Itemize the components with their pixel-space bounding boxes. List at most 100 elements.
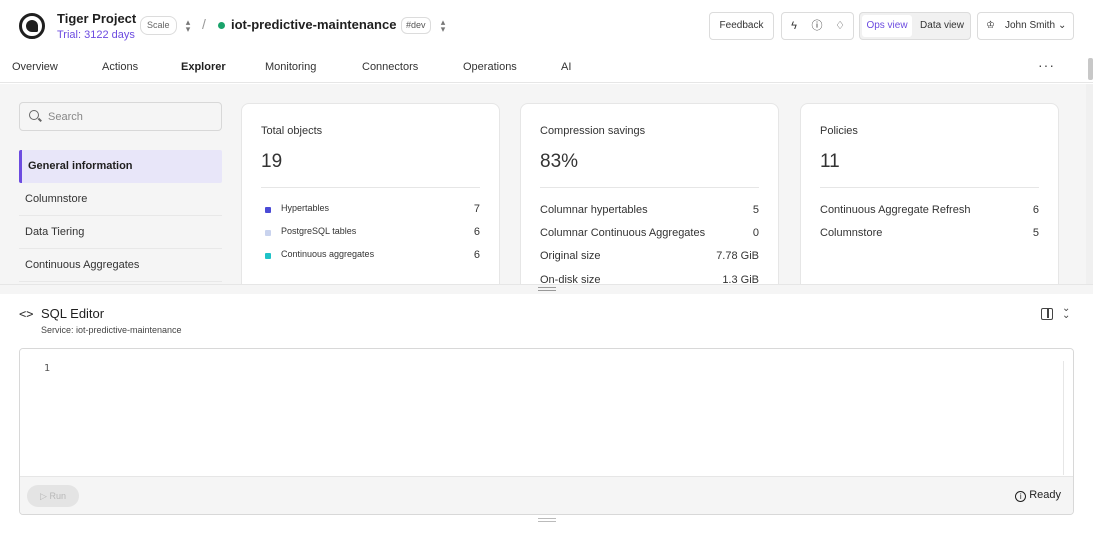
run-label: Run	[49, 491, 66, 501]
sql-editor: 1 ▷ Run i Ready	[19, 348, 1074, 515]
line-number: 1	[44, 363, 51, 374]
row-label: Columnar hypertables	[540, 204, 648, 216]
compression-row: On-disk size 1.3 GiB	[540, 274, 759, 284]
tab-overview[interactable]: Overview	[12, 61, 58, 73]
row-label: Original size	[540, 250, 601, 262]
row-label: Columnar Continuous Aggregates	[540, 227, 706, 239]
chevron-down-icon: ⌄	[1058, 20, 1067, 31]
content-scroll-thumb[interactable]	[1088, 58, 1093, 80]
card-title: Total objects	[261, 125, 323, 137]
tab-actions[interactable]: Actions	[102, 61, 138, 73]
card-value: 83%	[540, 151, 579, 172]
compression-row: Columnar Continuous Aggregates 0	[540, 227, 759, 243]
search-input[interactable]	[48, 108, 218, 126]
compression-row: Columnar hypertables 5	[540, 204, 759, 220]
service-status-dot	[218, 22, 225, 29]
user-name: John Smith	[1005, 20, 1056, 31]
row-label: PostgreSQL tables	[281, 226, 357, 236]
editor-scrollbar[interactable]	[1063, 361, 1073, 475]
card-title: Compression savings	[540, 125, 646, 137]
more-options-icon[interactable]: ···	[1038, 57, 1055, 73]
total-row-hypertables: Hypertables 7	[261, 203, 480, 219]
info-icon: i	[1015, 491, 1027, 502]
sidebar-item-columnstore[interactable]: Columnstore	[19, 183, 222, 216]
tab-ai[interactable]: AI	[561, 61, 571, 73]
side-panel-icon[interactable]	[1041, 308, 1053, 320]
drag-handle-icon[interactable]	[538, 287, 556, 291]
user-menu-button[interactable]: ♔ John Smith ⌄	[977, 12, 1074, 40]
legend-swatch	[265, 207, 271, 213]
row-label: On-disk size	[540, 274, 601, 284]
sql-editor-service: Service: iot-predictive-maintenance	[41, 325, 182, 335]
card-divider	[820, 187, 1039, 188]
editor-footer: ▷ Run i Ready	[20, 476, 1073, 514]
policies-card: Policies 11 Continuous Aggregate Refresh…	[800, 103, 1059, 284]
explorer-content: General information Columnstore Data Tie…	[0, 84, 1086, 284]
card-divider	[261, 187, 480, 188]
row-value: 6	[1032, 204, 1039, 216]
service-switcher-icon[interactable]: ▴ ▾	[438, 18, 448, 34]
search-icon	[29, 110, 39, 120]
total-row-continuous-aggregates: Continuous aggregates 6	[261, 249, 480, 265]
card-value: 11	[820, 151, 840, 172]
compression-savings-card: Compression savings 83% Columnar hyperta…	[520, 103, 779, 284]
total-row-postgresql-tables: PostgreSQL tables 6	[261, 226, 480, 242]
run-button[interactable]: ▷ Run	[27, 485, 79, 507]
project-name[interactable]: Tiger Project	[57, 11, 136, 26]
trial-days[interactable]: Trial: 3122 days	[57, 29, 135, 41]
row-value: 6	[473, 226, 480, 238]
view-toggle: Ops view Data view	[859, 12, 971, 40]
lightning-icon[interactable]: ϟ	[787, 19, 801, 33]
row-value: 7	[473, 203, 480, 215]
row-label: Continuous Aggregate Refresh	[820, 204, 971, 216]
row-value: 5	[752, 204, 759, 216]
card-title: Policies	[820, 125, 858, 137]
service-name[interactable]: iot-predictive-maintenance	[231, 17, 396, 32]
breadcrumb-separator: /	[202, 16, 206, 32]
header-icon-group: ϟ ⓘ ♢	[781, 12, 854, 40]
row-label: Hypertables	[281, 203, 330, 213]
content-scrollbar[interactable]	[1086, 84, 1093, 284]
row-label: Columnstore	[820, 227, 883, 239]
bell-icon[interactable]: ♢	[833, 19, 847, 33]
row-label: Continuous aggregates	[281, 249, 375, 259]
total-objects-card: Total objects 19 Hypertables 7 PostgreSQ…	[241, 103, 500, 284]
main-tabs: Overview Actions Explorer Monitoring Con…	[0, 52, 1093, 83]
sidebar-item-data-tiering[interactable]: Data Tiering	[19, 216, 222, 249]
row-value: 5	[1032, 227, 1039, 239]
tab-connectors[interactable]: Connectors	[362, 61, 418, 73]
row-value: 7.78 GiB	[716, 250, 759, 262]
ops-view-button[interactable]: Ops view	[862, 15, 912, 37]
top-bar: Tiger Project Trial: 3122 days Scale ▴ ▾ …	[0, 0, 1093, 52]
plan-badge: Scale	[140, 16, 177, 35]
code-area[interactable]: 1	[20, 349, 1073, 476]
tiger-logo-icon[interactable]	[19, 13, 45, 39]
legend-swatch	[265, 230, 271, 236]
card-divider	[540, 187, 759, 188]
sql-editor-title: SQL Editor	[41, 306, 105, 321]
project-switcher-icon[interactable]: ▴ ▾	[183, 18, 193, 34]
policies-row: Continuous Aggregate Refresh 6	[820, 204, 1039, 220]
legend-swatch	[265, 253, 271, 259]
bottom-drag-handle-icon[interactable]	[538, 518, 556, 522]
sidebar-item-general-information[interactable]: General information	[19, 150, 222, 183]
row-value: 0	[752, 227, 759, 239]
tab-monitoring[interactable]: Monitoring	[265, 61, 316, 73]
crown-icon: ♔	[986, 20, 995, 31]
feedback-button[interactable]: Feedback	[709, 12, 774, 40]
code-icon: <>	[19, 307, 34, 321]
policies-row: Columnstore 5	[820, 227, 1039, 243]
tab-operations[interactable]: Operations	[463, 61, 517, 73]
panel-splitter[interactable]	[0, 284, 1093, 294]
sidebar-item-continuous-aggregates[interactable]: Continuous Aggregates	[19, 249, 222, 282]
compression-row: Original size 7.78 GiB	[540, 250, 759, 266]
card-value: 19	[261, 151, 283, 172]
data-view-button[interactable]: Data view	[914, 15, 970, 37]
help-icon[interactable]: ⓘ	[810, 19, 824, 33]
play-icon: ▷	[40, 491, 47, 501]
sidebar-search	[19, 102, 222, 131]
status-indicator: i Ready	[1015, 489, 1061, 502]
status-text: Ready	[1029, 489, 1061, 501]
tab-explorer[interactable]: Explorer	[181, 61, 226, 73]
collapse-icon[interactable]: ⌄ ⌄	[1062, 304, 1070, 321]
